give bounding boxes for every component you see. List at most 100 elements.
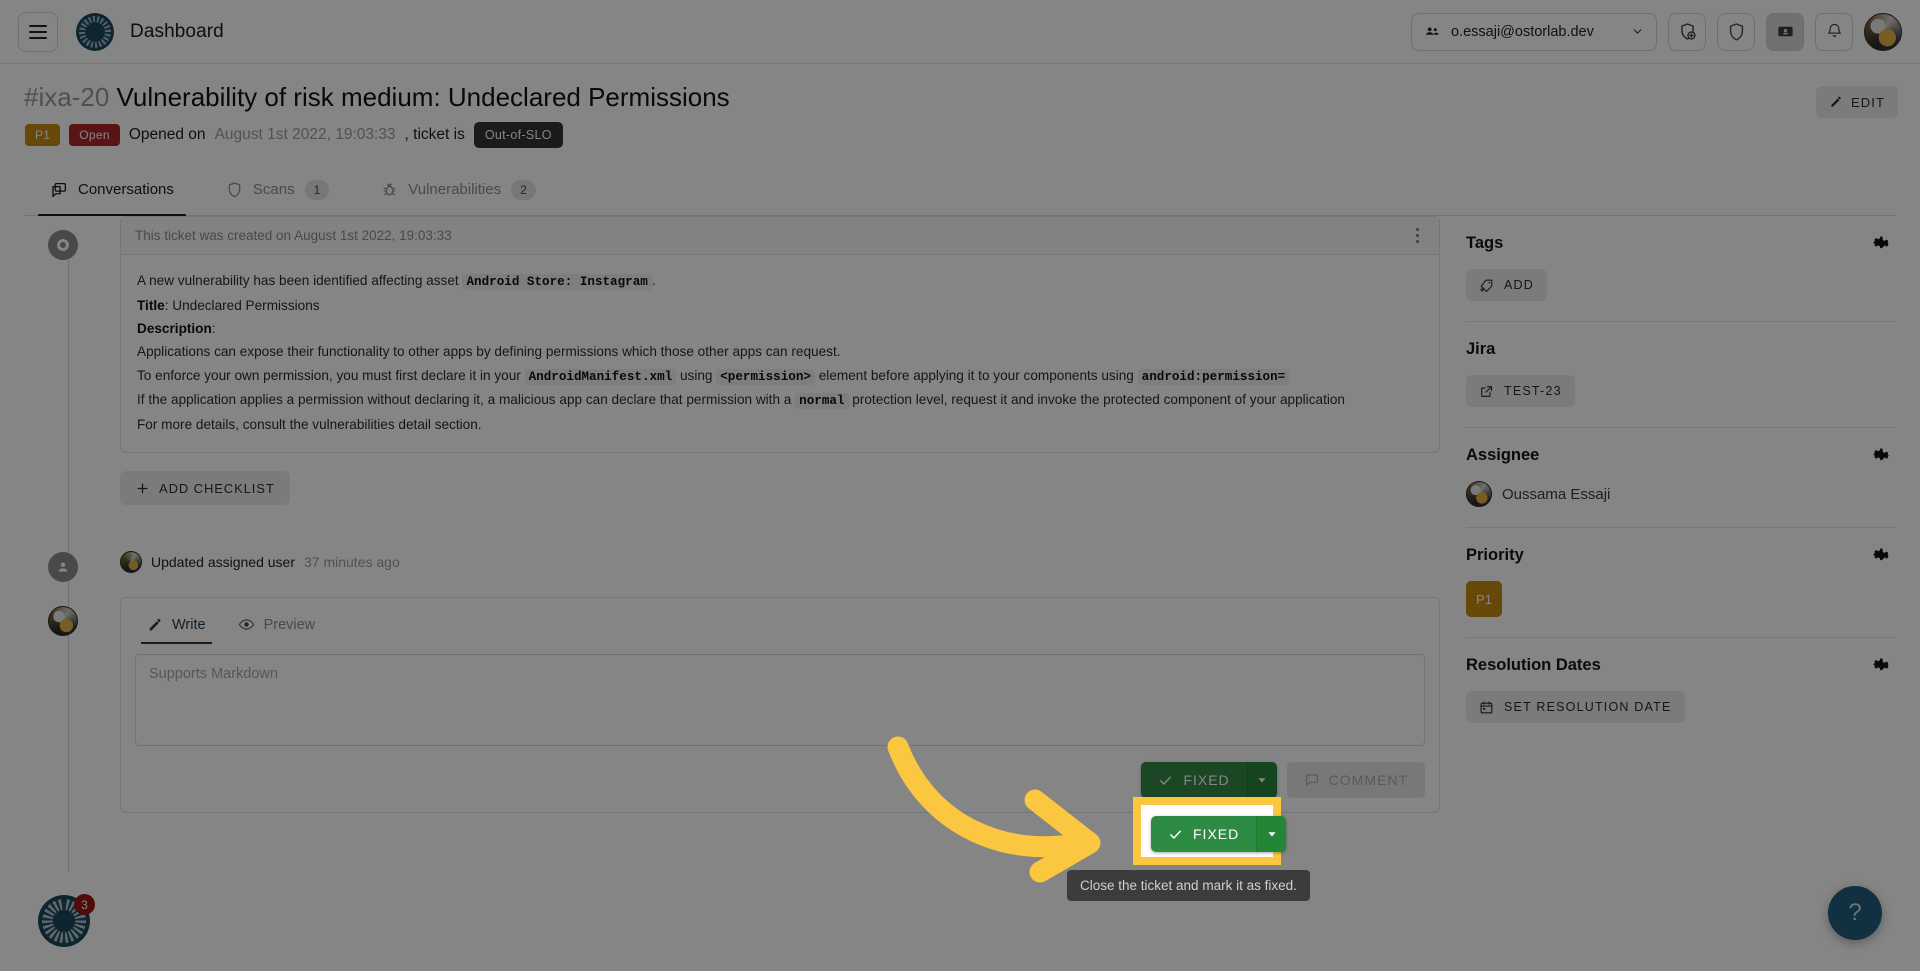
ticket-sidebar: Tags ADD Jira <box>1466 216 1896 743</box>
add-tag-label: ADD <box>1504 278 1534 292</box>
comment-button[interactable]: COMMENT <box>1287 762 1425 798</box>
shield-icon <box>226 181 243 198</box>
circle-dot-icon <box>48 230 78 260</box>
org-selector[interactable]: o.essaji@ostorlab.dev <box>1411 13 1657 51</box>
comment-input[interactable]: Supports Markdown <box>135 654 1425 746</box>
sidebar-section-jira: Jira TEST-23 <box>1466 322 1896 428</box>
activity-entry: Updated assigned user 37 minutes ago <box>120 551 1440 573</box>
app-screen: Dashboard o.essaji@ostorlab.dev <box>0 0 1920 971</box>
assignee-body: Oussama Essaji <box>1466 481 1896 507</box>
ostorlab-logo-icon[interactable] <box>76 13 114 51</box>
tab-scans-label: Scans <box>253 181 295 198</box>
fixed-button[interactable]: FIXED <box>1141 762 1246 798</box>
brand-title: Dashboard <box>130 21 224 43</box>
more-vertical-icon[interactable] <box>1410 222 1425 249</box>
jira-title: Jira <box>1466 340 1896 359</box>
desc-p2-code3: android:permission= <box>1138 369 1290 385</box>
editor-tabs: Write Preview <box>121 598 1439 644</box>
tab-vulnerabilities[interactable]: Vulnerabilities 2 <box>355 164 562 216</box>
ticket-tabs: Conversations Scans 1 Vulnerabilities 2 <box>24 164 1896 216</box>
add-tag-button[interactable]: ADD <box>1466 269 1547 301</box>
desc-p3-code: normal <box>795 393 848 409</box>
assignee-title: Assignee <box>1466 446 1896 465</box>
desc-line-title: Title: Undeclared Permissions <box>137 294 1423 317</box>
desc-title-value: : Undeclared Permissions <box>165 298 320 313</box>
gear-icon[interactable] <box>1872 234 1892 254</box>
sidebar-section-tags: Tags ADD <box>1466 216 1896 322</box>
ticket-header: #ixa-20 Vulnerability of risk medium: Un… <box>0 64 1920 164</box>
slo-badge: Out-of-SLO <box>474 122 563 148</box>
tab-scans[interactable]: Scans 1 <box>200 164 355 216</box>
ticket-created-header: This ticket was created on August 1st 20… <box>121 217 1439 255</box>
desc-p3-a: If the application applies a permission … <box>137 392 791 407</box>
pencil-icon <box>147 617 163 633</box>
gear-icon[interactable] <box>1872 656 1892 676</box>
assignee-name: Oussama Essaji <box>1502 486 1610 503</box>
desc-description-label: Description <box>137 321 212 336</box>
ticket-description-card: This ticket was created on August 1st 20… <box>120 216 1440 453</box>
sidebar-section-resolution-dates: Resolution Dates SET RESOLUTION DATE <box>1466 638 1896 743</box>
user-avatar[interactable] <box>1864 13 1902 51</box>
fixed-button-label: FIXED <box>1183 772 1229 788</box>
shield-plus-icon[interactable] <box>1668 13 1706 51</box>
main-area: This ticket was created on August 1st 20… <box>0 216 1920 971</box>
eye-icon <box>238 616 255 633</box>
ticket-meta: P1 Open Opened on August 1st 2022, 19:03… <box>25 122 563 148</box>
tag-plus-icon <box>1479 278 1494 293</box>
add-checklist-button[interactable]: ADD CHECKLIST <box>120 471 290 505</box>
bug-icon <box>381 181 398 198</box>
ticket-title-text: Vulnerability of risk medium: Undeclared… <box>117 82 730 112</box>
ticket-icon[interactable] <box>1766 13 1804 51</box>
desc-paragraph-4: For more details, consult the vulnerabil… <box>137 413 1423 436</box>
sidebar-section-priority: Priority P1 <box>1466 528 1896 638</box>
activity-avatar <box>120 551 142 573</box>
jira-issue-label: TEST-23 <box>1504 384 1562 398</box>
desc-p2-code2: <permission> <box>716 369 815 385</box>
tab-preview-label: Preview <box>264 617 316 633</box>
external-link-icon <box>1479 384 1494 399</box>
desc-asset-post: . <box>652 273 656 288</box>
tab-preview[interactable]: Preview <box>226 608 328 644</box>
edit-button[interactable]: EDIT <box>1816 86 1898 118</box>
desc-paragraph-3: If the application applies a permission … <box>137 388 1423 413</box>
help-button[interactable]: ? <box>1828 886 1882 940</box>
priority-title: Priority <box>1466 546 1896 565</box>
tab-conversations[interactable]: Conversations <box>24 164 200 216</box>
set-resolution-date-label: SET RESOLUTION DATE <box>1504 700 1672 714</box>
desc-line-asset: A new vulnerability has been identified … <box>137 269 1423 294</box>
jira-issue-link[interactable]: TEST-23 <box>1466 375 1575 407</box>
desc-p2-b: using <box>680 368 713 383</box>
assignee-avatar <box>1466 481 1492 507</box>
add-checklist-label: ADD CHECKLIST <box>159 481 275 496</box>
hamburger-icon[interactable] <box>18 12 58 52</box>
jira-body: TEST-23 <box>1466 375 1896 407</box>
bell-icon[interactable] <box>1815 13 1853 51</box>
fixed-dropdown-toggle[interactable] <box>1247 762 1277 798</box>
desc-p2-code1: AndroidManifest.xml <box>525 369 677 385</box>
conversation-icon <box>50 181 68 199</box>
shield-icon[interactable] <box>1717 13 1755 51</box>
resolution-dates-body: SET RESOLUTION DATE <box>1466 691 1896 723</box>
set-resolution-date-button[interactable]: SET RESOLUTION DATE <box>1466 691 1685 723</box>
plus-icon <box>135 481 150 496</box>
priority-body: P1 <box>1466 581 1896 617</box>
gear-icon[interactable] <box>1872 546 1892 566</box>
org-label: o.essaji@ostorlab.dev <box>1451 24 1594 40</box>
ticket-description-body: A new vulnerability has been identified … <box>121 255 1439 452</box>
desc-paragraph-1: Applications can expose their functional… <box>137 340 1423 363</box>
desc-description-colon: : <box>212 321 216 336</box>
timeline-user-avatar <box>48 606 78 636</box>
tab-vulnerabilities-label: Vulnerabilities <box>408 181 501 198</box>
fixed-button-group: FIXED <box>1141 762 1276 798</box>
assignee-chip[interactable]: Oussama Essaji <box>1466 481 1610 507</box>
activity-text: Updated assigned user <box>151 554 295 570</box>
status-badge: Open <box>69 124 120 146</box>
desc-asset-code: Android Store: Instagram <box>462 274 651 290</box>
comment-button-label: COMMENT <box>1329 772 1408 788</box>
comment-editor: Write Preview Supports Markdown <box>120 597 1440 813</box>
sidebar-section-assignee: Assignee Oussama Essaji <box>1466 428 1896 528</box>
gear-icon[interactable] <box>1872 446 1892 466</box>
priority-value-badge[interactable]: P1 <box>1466 581 1502 617</box>
tab-write[interactable]: Write <box>135 609 218 644</box>
comment-icon <box>1304 772 1320 788</box>
